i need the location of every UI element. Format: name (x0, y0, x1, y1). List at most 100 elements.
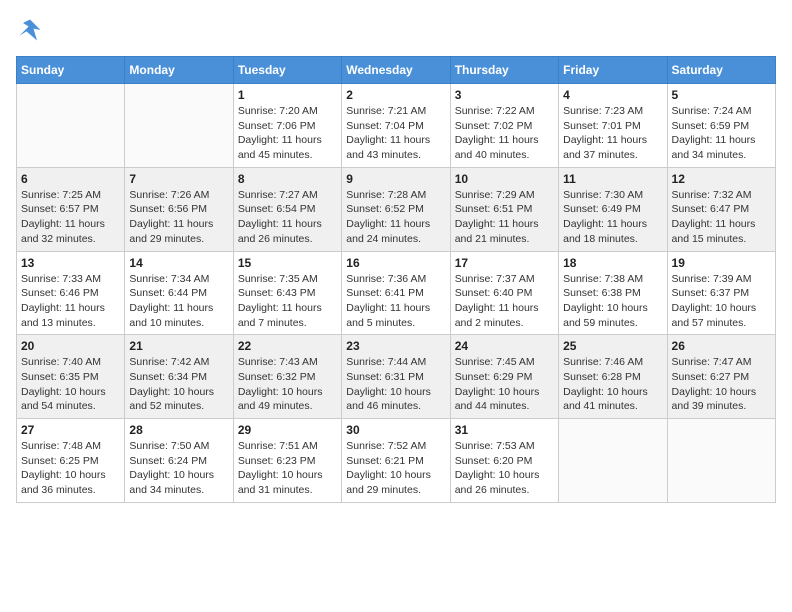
day-info: Sunrise: 7:22 AM Sunset: 7:02 PM Dayligh… (455, 104, 554, 163)
day-info: Sunrise: 7:34 AM Sunset: 6:44 PM Dayligh… (129, 272, 228, 331)
calendar-table: SundayMondayTuesdayWednesdayThursdayFrid… (16, 56, 776, 503)
day-info: Sunrise: 7:25 AM Sunset: 6:57 PM Dayligh… (21, 188, 120, 247)
calendar-cell: 5Sunrise: 7:24 AM Sunset: 6:59 PM Daylig… (667, 84, 775, 168)
calendar-cell: 1Sunrise: 7:20 AM Sunset: 7:06 PM Daylig… (233, 84, 341, 168)
calendar-week-row: 20 Sunrise: 7:40 AM Sunset: 6:35 PM Dayli… (17, 335, 776, 419)
day-number: 16 (346, 256, 445, 270)
calendar-cell: 6 Sunrise: 7:25 AM Sunset: 6:57 PM Daylig… (17, 167, 125, 251)
day-number: 11 (563, 172, 662, 186)
day-info: Sunrise: 7:53 AM Sunset: 6:20 PM Dayligh… (455, 439, 554, 498)
calendar-cell: 26 Sunrise: 7:47 AM Sunset: 6:27 PM Dayli… (667, 335, 775, 419)
day-number: 24 (455, 339, 554, 353)
day-number: 4 (563, 88, 662, 102)
day-number: 10 (455, 172, 554, 186)
calendar-body: 1Sunrise: 7:20 AM Sunset: 7:06 PM Daylig… (17, 84, 776, 503)
day-number: 28 (129, 423, 228, 437)
day-info: Sunrise: 7:29 AM Sunset: 6:51 PM Dayligh… (455, 188, 554, 247)
day-info: Sunrise: 7:40 AM Sunset: 6:35 PM Dayligh… (21, 355, 120, 414)
day-number: 23 (346, 339, 445, 353)
day-info: Sunrise: 7:50 AM Sunset: 6:24 PM Dayligh… (129, 439, 228, 498)
day-info: Sunrise: 7:33 AM Sunset: 6:46 PM Dayligh… (21, 272, 120, 331)
calendar-cell (559, 419, 667, 503)
calendar-cell: 2 Sunrise: 7:21 AM Sunset: 7:04 PM Daylig… (342, 84, 450, 168)
day-number: 27 (21, 423, 120, 437)
day-number: 8 (238, 172, 337, 186)
day-info: Sunrise: 7:27 AM Sunset: 6:54 PM Dayligh… (238, 188, 337, 247)
calendar-cell: 25 Sunrise: 7:46 AM Sunset: 6:28 PM Dayli… (559, 335, 667, 419)
calendar-cell (17, 84, 125, 168)
calendar-cell: 27 Sunrise: 7:48 AM Sunset: 6:25 PM Dayli… (17, 419, 125, 503)
day-info: Sunrise: 7:51 AM Sunset: 6:23 PM Dayligh… (238, 439, 337, 498)
day-info: Sunrise: 7:45 AM Sunset: 6:29 PM Dayligh… (455, 355, 554, 414)
day-info: Sunrise: 7:36 AM Sunset: 6:41 PM Dayligh… (346, 272, 445, 331)
day-number: 9 (346, 172, 445, 186)
day-number: 30 (346, 423, 445, 437)
day-number: 5 (672, 88, 771, 102)
calendar-cell: 24 Sunrise: 7:45 AM Sunset: 6:29 PM Dayli… (450, 335, 558, 419)
calendar-cell: 28 Sunrise: 7:50 AM Sunset: 6:24 PM Dayli… (125, 419, 233, 503)
day-info: Sunrise: 7:48 AM Sunset: 6:25 PM Dayligh… (21, 439, 120, 498)
calendar-cell: 15 Sunrise: 7:35 AM Sunset: 6:43 PM Dayli… (233, 251, 341, 335)
day-number: 31 (455, 423, 554, 437)
day-number: 2 (346, 88, 445, 102)
calendar-cell: 23 Sunrise: 7:44 AM Sunset: 6:31 PM Dayli… (342, 335, 450, 419)
calendar-cell (125, 84, 233, 168)
day-info: Sunrise: 7:44 AM Sunset: 6:31 PM Dayligh… (346, 355, 445, 414)
calendar-cell: 16 Sunrise: 7:36 AM Sunset: 6:41 PM Dayli… (342, 251, 450, 335)
day-number: 19 (672, 256, 771, 270)
day-number: 17 (455, 256, 554, 270)
calendar-cell: 17Sunrise: 7:37 AM Sunset: 6:40 PM Dayli… (450, 251, 558, 335)
day-info: Sunrise: 7:46 AM Sunset: 6:28 PM Dayligh… (563, 355, 662, 414)
day-info: Sunrise: 7:20 AM Sunset: 7:06 PM Dayligh… (238, 104, 337, 163)
calendar-cell: 18 Sunrise: 7:38 AM Sunset: 6:38 PM Dayli… (559, 251, 667, 335)
calendar-cell: 4 Sunrise: 7:23 AM Sunset: 7:01 PM Daylig… (559, 84, 667, 168)
calendar-week-row: 6 Sunrise: 7:25 AM Sunset: 6:57 PM Daylig… (17, 167, 776, 251)
calendar-cell: 13 Sunrise: 7:33 AM Sunset: 6:46 PM Dayli… (17, 251, 125, 335)
calendar-cell: 12Sunrise: 7:32 AM Sunset: 6:47 PM Dayli… (667, 167, 775, 251)
day-info: Sunrise: 7:47 AM Sunset: 6:27 PM Dayligh… (672, 355, 771, 414)
day-of-week-header: Saturday (667, 57, 775, 84)
day-info: Sunrise: 7:39 AM Sunset: 6:37 PM Dayligh… (672, 272, 771, 331)
calendar-cell: 29 Sunrise: 7:51 AM Sunset: 6:23 PM Dayli… (233, 419, 341, 503)
day-number: 15 (238, 256, 337, 270)
day-number: 6 (21, 172, 120, 186)
day-number: 26 (672, 339, 771, 353)
calendar-cell (667, 419, 775, 503)
day-info: Sunrise: 7:26 AM Sunset: 6:56 PM Dayligh… (129, 188, 228, 247)
day-number: 12 (672, 172, 771, 186)
calendar-week-row: 13 Sunrise: 7:33 AM Sunset: 6:46 PM Dayli… (17, 251, 776, 335)
day-info: Sunrise: 7:35 AM Sunset: 6:43 PM Dayligh… (238, 272, 337, 331)
logo-icon (16, 16, 44, 44)
calendar-cell: 7 Sunrise: 7:26 AM Sunset: 6:56 PM Daylig… (125, 167, 233, 251)
day-number: 13 (21, 256, 120, 270)
day-number: 18 (563, 256, 662, 270)
day-info: Sunrise: 7:42 AM Sunset: 6:34 PM Dayligh… (129, 355, 228, 414)
day-info: Sunrise: 7:28 AM Sunset: 6:52 PM Dayligh… (346, 188, 445, 247)
calendar-cell: 21 Sunrise: 7:42 AM Sunset: 6:34 PM Dayli… (125, 335, 233, 419)
day-info: Sunrise: 7:30 AM Sunset: 6:49 PM Dayligh… (563, 188, 662, 247)
calendar-cell: 8 Sunrise: 7:27 AM Sunset: 6:54 PM Daylig… (233, 167, 341, 251)
day-info: Sunrise: 7:21 AM Sunset: 7:04 PM Dayligh… (346, 104, 445, 163)
day-info: Sunrise: 7:43 AM Sunset: 6:32 PM Dayligh… (238, 355, 337, 414)
day-of-week-header: Tuesday (233, 57, 341, 84)
day-number: 25 (563, 339, 662, 353)
calendar-week-row: 27 Sunrise: 7:48 AM Sunset: 6:25 PM Dayli… (17, 419, 776, 503)
calendar-cell: 19 Sunrise: 7:39 AM Sunset: 6:37 PM Dayli… (667, 251, 775, 335)
calendar-cell: 10 Sunrise: 7:29 AM Sunset: 6:51 PM Dayli… (450, 167, 558, 251)
day-info: Sunrise: 7:38 AM Sunset: 6:38 PM Dayligh… (563, 272, 662, 331)
day-number: 21 (129, 339, 228, 353)
day-number: 29 (238, 423, 337, 437)
day-number: 22 (238, 339, 337, 353)
day-number: 20 (21, 339, 120, 353)
calendar-cell: 11 Sunrise: 7:30 AM Sunset: 6:49 PM Dayli… (559, 167, 667, 251)
day-of-week-header: Wednesday (342, 57, 450, 84)
day-info: Sunrise: 7:23 AM Sunset: 7:01 PM Dayligh… (563, 104, 662, 163)
calendar-header: SundayMondayTuesdayWednesdayThursdayFrid… (17, 57, 776, 84)
calendar-cell: 3Sunrise: 7:22 AM Sunset: 7:02 PM Daylig… (450, 84, 558, 168)
day-of-week-header: Sunday (17, 57, 125, 84)
calendar-cell: 14Sunrise: 7:34 AM Sunset: 6:44 PM Dayli… (125, 251, 233, 335)
calendar-cell: 31 Sunrise: 7:53 AM Sunset: 6:20 PM Dayli… (450, 419, 558, 503)
day-number: 7 (129, 172, 228, 186)
page-header (16, 16, 776, 44)
day-of-week-header: Monday (125, 57, 233, 84)
